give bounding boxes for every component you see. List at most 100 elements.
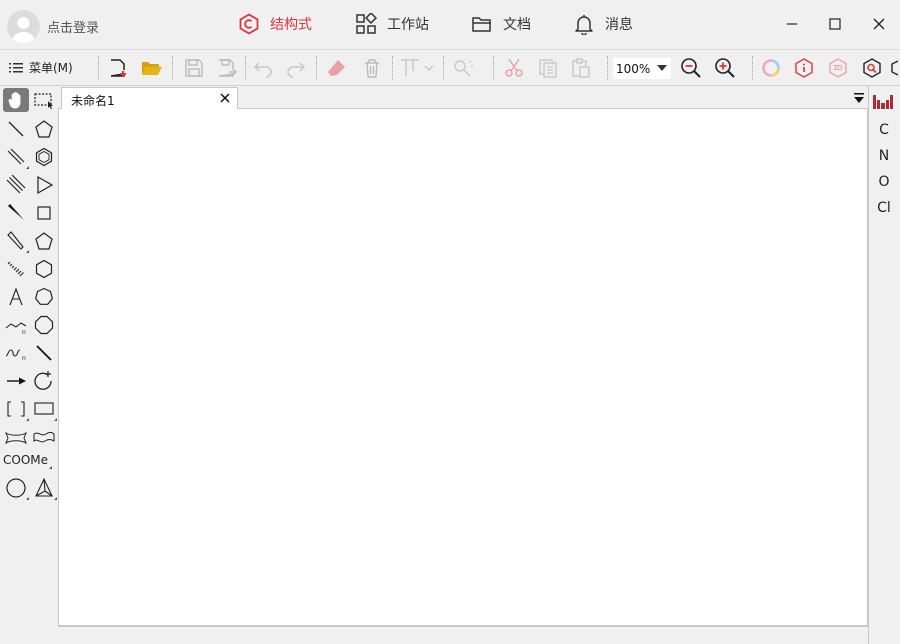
nav-tab-structure[interactable]: 结构式 xyxy=(238,13,312,35)
login-area[interactable]: 点击登录 xyxy=(7,10,99,43)
toolbar-separator xyxy=(607,56,608,80)
nav-tab-documents[interactable]: 文档 xyxy=(471,13,531,35)
triangle-ring-tool[interactable] xyxy=(31,173,57,197)
undo-button[interactable] xyxy=(251,56,275,80)
periodic-table-button[interactable] xyxy=(873,95,893,113)
info-button[interactable] xyxy=(792,56,816,80)
close-window-button[interactable] xyxy=(865,11,893,37)
color-button[interactable] xyxy=(759,56,783,80)
pentagon-ring-tool[interactable] xyxy=(31,117,57,141)
toolbar-separator xyxy=(316,56,317,80)
open-file-button[interactable] xyxy=(140,56,164,80)
avatar[interactable] xyxy=(7,10,40,43)
single-bond-tool[interactable] xyxy=(3,117,29,141)
wedge-bond-tool[interactable] xyxy=(3,201,29,225)
main-toolbar: 菜单(M) 100% xyxy=(0,50,900,86)
color-wheel-icon xyxy=(762,59,780,77)
maximize-icon xyxy=(829,18,841,30)
minimize-button[interactable] xyxy=(778,11,806,37)
paste-icon xyxy=(572,58,590,78)
abbreviation-tool[interactable]: COOMe xyxy=(3,453,48,467)
zoom-select[interactable]: 100% xyxy=(613,58,671,79)
bracket-tool[interactable] xyxy=(3,397,29,421)
element-nitrogen-button[interactable]: N xyxy=(869,148,899,164)
close-icon xyxy=(220,93,230,103)
toolbar-separator xyxy=(392,56,393,80)
triple-bond-tool[interactable] xyxy=(3,173,29,197)
wavy-bond-tool[interactable]: n xyxy=(3,341,29,365)
double-bond-tool[interactable] xyxy=(3,145,29,169)
hashed-bond-icon xyxy=(7,261,24,277)
menu-button[interactable]: 菜单(M) xyxy=(9,59,73,76)
element-carbon-button[interactable]: C xyxy=(869,122,899,138)
wedge-bond-icon xyxy=(8,204,24,220)
zoom-out-button[interactable] xyxy=(679,56,703,80)
nav-tab-label: 文档 xyxy=(503,17,531,33)
cut-button[interactable] xyxy=(502,56,526,80)
text-icon xyxy=(9,287,23,306)
octagon-ring-tool[interactable] xyxy=(31,313,57,337)
bold-line-tool[interactable] xyxy=(31,341,57,365)
text-tool[interactable] xyxy=(3,285,29,309)
circle-tool[interactable] xyxy=(3,476,29,500)
element-chlorine-button[interactable]: Cl xyxy=(869,200,899,216)
document-tab-title: 未命名1 xyxy=(71,94,115,108)
toolbar-overflow-button[interactable] xyxy=(890,56,900,80)
maximize-button[interactable] xyxy=(821,11,849,37)
ribbon-tool-2[interactable] xyxy=(31,425,57,449)
redo-button[interactable] xyxy=(284,56,308,80)
heptagon-ring-tool[interactable] xyxy=(31,285,57,309)
square-ring-tool[interactable] xyxy=(31,201,57,225)
bracket-icon xyxy=(7,401,25,417)
clean-structure-icon xyxy=(454,60,473,77)
nav-tab-label: 工作站 xyxy=(387,17,429,33)
zoom-value: 100% xyxy=(616,61,651,76)
tetrahedron-icon xyxy=(35,477,53,497)
paste-button[interactable] xyxy=(569,56,593,80)
login-label[interactable]: 点击登录 xyxy=(47,17,99,36)
hashed-wedge-bond-tool[interactable] xyxy=(3,229,29,253)
hand-tool[interactable] xyxy=(3,88,29,112)
periodic-table-icon xyxy=(873,95,893,109)
element-oxygen-button[interactable]: O xyxy=(869,174,899,190)
close-tab-button[interactable] xyxy=(218,91,232,105)
save-button[interactable] xyxy=(182,56,206,80)
redo-icon xyxy=(287,62,306,78)
search-structure-button[interactable] xyxy=(860,56,884,80)
toolbar-separator xyxy=(98,56,99,80)
align-dropdown-button[interactable] xyxy=(421,56,437,80)
delete-button[interactable] xyxy=(360,56,384,80)
partial-icon xyxy=(891,60,899,76)
chain-tool[interactable]: n xyxy=(3,313,29,337)
clean-structure-button[interactable] xyxy=(451,56,475,80)
align-button[interactable] xyxy=(398,56,422,80)
circle-icon xyxy=(6,478,26,498)
hexagon-ring-tool[interactable] xyxy=(31,145,57,169)
pentagon-ring-tool-2[interactable] xyxy=(31,229,57,253)
chain-icon: n xyxy=(5,322,27,335)
3d-icon xyxy=(829,58,847,78)
copy-button[interactable] xyxy=(536,56,560,80)
new-file-button[interactable] xyxy=(106,56,130,80)
svg-text:n: n xyxy=(22,329,26,335)
tab-list-dropdown-button[interactable] xyxy=(853,91,865,105)
3d-view-button[interactable] xyxy=(826,56,850,80)
hexagon-ring-tool-2[interactable] xyxy=(31,257,57,281)
zoom-in-button[interactable] xyxy=(713,56,737,80)
element-panel: C N O Cl xyxy=(868,86,900,644)
arrow-tool[interactable] xyxy=(3,369,29,393)
nav-tab-messages[interactable]: 消息 xyxy=(573,13,633,35)
hashed-bond-tool[interactable] xyxy=(3,257,29,281)
eraser-button[interactable] xyxy=(325,56,349,80)
cycle-arrow-tool[interactable] xyxy=(31,369,57,393)
caret-down-icon xyxy=(657,65,667,71)
save-as-button[interactable] xyxy=(215,56,239,80)
ribbon-tool[interactable] xyxy=(3,425,29,449)
rectangle-tool[interactable] xyxy=(31,397,57,421)
drawing-canvas[interactable] xyxy=(58,109,868,626)
3d-shape-tool[interactable] xyxy=(31,476,57,500)
open-folder-icon xyxy=(142,62,162,75)
nav-tab-workstation[interactable]: 工作站 xyxy=(355,13,429,35)
marquee-select-tool[interactable] xyxy=(31,88,57,112)
document-tab[interactable]: 未命名1 xyxy=(61,87,238,110)
